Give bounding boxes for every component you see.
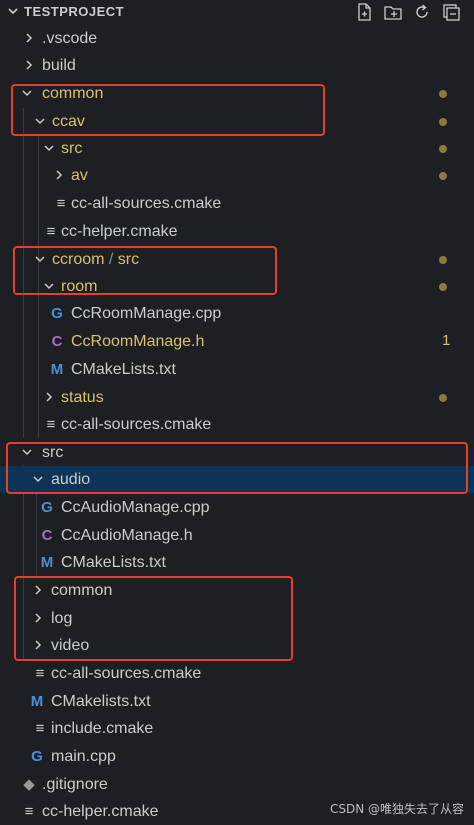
- item-label: cc-all-sources.cmake: [61, 415, 211, 435]
- item-label: main.cpp: [51, 747, 116, 767]
- chevron-down-icon[interactable]: [42, 141, 56, 155]
- annotation-box: [13, 246, 277, 295]
- item-name: cc-all-sources.cmake: [61, 416, 212, 433]
- text-file-icon: ≡: [56, 195, 66, 212]
- item-label: .gitignore: [42, 775, 108, 795]
- item-name: .gitignore: [42, 776, 108, 793]
- text-file-icon: ≡: [46, 223, 56, 240]
- folder-item-build[interactable]: build: [0, 52, 474, 79]
- item-name: CcRoomManage.cpp: [71, 305, 222, 322]
- file-item-main-cpp[interactable]: Gmain.cpp: [0, 743, 474, 770]
- item-label: cc-all-sources.cmake: [71, 194, 221, 214]
- item-name: status: [61, 389, 104, 406]
- item-label: CcAudioManage.h: [61, 526, 193, 546]
- item-name: main.cpp: [51, 748, 116, 765]
- problem-count-badge: 1: [442, 332, 451, 349]
- modified-dot-icon: [439, 118, 447, 126]
- file-item-include-cmake[interactable]: ≡ include.cmake: [0, 715, 474, 742]
- chevron-right-icon[interactable]: [52, 168, 66, 182]
- modified-dot-icon: [439, 283, 447, 291]
- folder-item-vscode[interactable]: .vscode: [0, 25, 474, 52]
- file-item-cc-all-sources-cmake[interactable]: ≡ cc-all-sources.cmake: [0, 411, 474, 438]
- item-label: CMakeLists.txt: [71, 360, 176, 380]
- cpp-file-icon: G: [41, 499, 53, 516]
- header-file-icon: C: [51, 333, 63, 350]
- annotation-box: [14, 576, 293, 661]
- item-name: av: [71, 167, 88, 184]
- item-name: build: [42, 57, 76, 74]
- project-title[interactable]: TESTPROJECT: [24, 4, 124, 19]
- item-name: CcRoomManage.h: [71, 333, 205, 350]
- item-label: av: [71, 166, 88, 186]
- item-label: cc-helper.cmake: [42, 802, 159, 822]
- watermark: CSDN @唯独失去了从容: [330, 802, 465, 816]
- chevron-right-icon[interactable]: [22, 58, 36, 72]
- item-name: CcAudioManage.cpp: [61, 499, 210, 516]
- collapse-all-icon[interactable]: [441, 2, 461, 22]
- modified-dot-icon: [439, 90, 447, 98]
- explorer-header: TESTPROJECT: [0, 0, 474, 24]
- item-name: CMakeLists.txt: [61, 554, 166, 571]
- item-name: CcAudioManage.h: [61, 527, 193, 544]
- item-label: CMakelists.txt: [51, 692, 151, 712]
- header-file-icon: C: [41, 527, 53, 544]
- file-item-cc-all-sources-cmake[interactable]: ≡ cc-all-sources.cmake: [0, 660, 474, 687]
- item-label: build: [42, 56, 76, 76]
- item-name: cc-all-sources.cmake: [51, 665, 202, 682]
- file-item-ccaudiomanage-cpp[interactable]: G CcAudioManage.cpp: [0, 494, 474, 521]
- item-label: cc-all-sources.cmake: [51, 664, 201, 684]
- file-item-cc-all-sources-cmake[interactable]: ≡ cc-all-sources.cmake: [0, 190, 474, 217]
- text-file-icon: ≡: [24, 803, 34, 820]
- file-item-cmakelists-txt[interactable]: M CMakeLists.txt: [0, 356, 474, 383]
- item-label: cc-helper.cmake: [61, 222, 178, 242]
- modified-dot-icon: [439, 145, 447, 153]
- gitignore-file-icon: ◆: [23, 776, 35, 793]
- item-label: CcAudioManage.cpp: [61, 498, 210, 518]
- file-item-cmakelists-txt[interactable]: M CMakelists.txt: [0, 688, 474, 715]
- text-file-icon: ≡: [35, 720, 45, 737]
- file-item-ccroommanage-h[interactable]: C CcRoomManage.h 1: [0, 328, 474, 355]
- chevron-right-icon[interactable]: [22, 31, 36, 45]
- text-file-icon: ≡: [46, 416, 56, 433]
- item-name: src: [61, 140, 83, 157]
- item-name: .vscode: [42, 30, 98, 47]
- item-label: status: [61, 388, 104, 408]
- chevron-right-icon[interactable]: [42, 390, 56, 404]
- refresh-icon[interactable]: [412, 2, 432, 22]
- item-name: cc-all-sources.cmake: [71, 195, 222, 212]
- cpp-file-icon: G: [51, 305, 63, 322]
- cmake-file-icon: M: [40, 554, 54, 571]
- text-file-icon: ≡: [35, 665, 45, 682]
- item-name: CMakelists.txt: [51, 693, 151, 710]
- new-file-icon[interactable]: [354, 2, 374, 22]
- item-label: src: [61, 139, 82, 159]
- file-item-gitignore[interactable]: ◆ .gitignore: [0, 771, 474, 798]
- file-item-ccroommanage-cpp[interactable]: G CcRoomManage.cpp: [0, 300, 474, 327]
- modified-dot-icon: [439, 394, 447, 402]
- item-label: CMakeLists.txt: [61, 553, 166, 573]
- item-label: include.cmake: [51, 719, 153, 739]
- chevron-down-icon[interactable]: [6, 4, 20, 18]
- folder-item-src[interactable]: src: [0, 135, 474, 162]
- folder-item-av[interactable]: av: [0, 162, 474, 189]
- folder-item-status[interactable]: status: [0, 384, 474, 411]
- item-label: CcRoomManage.h: [71, 332, 204, 352]
- item-name: cc-helper.cmake: [42, 803, 159, 820]
- file-item-cmakelists-txt[interactable]: M CMakeLists.txt: [0, 549, 474, 576]
- file-item-ccaudiomanage-h[interactable]: C CcAudioManage.h: [0, 522, 474, 549]
- cmake-file-icon: M: [30, 693, 44, 710]
- annotation-box: [6, 442, 468, 494]
- item-name: include.cmake: [51, 720, 154, 737]
- modified-dot-icon: [439, 256, 447, 264]
- item-name: cc-helper.cmake: [61, 223, 178, 240]
- file-item-cc-helper-cmake[interactable]: ≡ cc-helper.cmake: [0, 218, 474, 245]
- new-folder-icon[interactable]: [383, 2, 403, 22]
- item-label: CcRoomManage.cpp: [71, 304, 221, 324]
- modified-dot-icon: [439, 172, 447, 180]
- item-name: CMakeLists.txt: [71, 361, 176, 378]
- item-label: .vscode: [42, 29, 97, 49]
- cpp-file-icon: G: [31, 748, 43, 765]
- annotation-box: [11, 84, 325, 136]
- cmake-file-icon: M: [50, 361, 64, 378]
